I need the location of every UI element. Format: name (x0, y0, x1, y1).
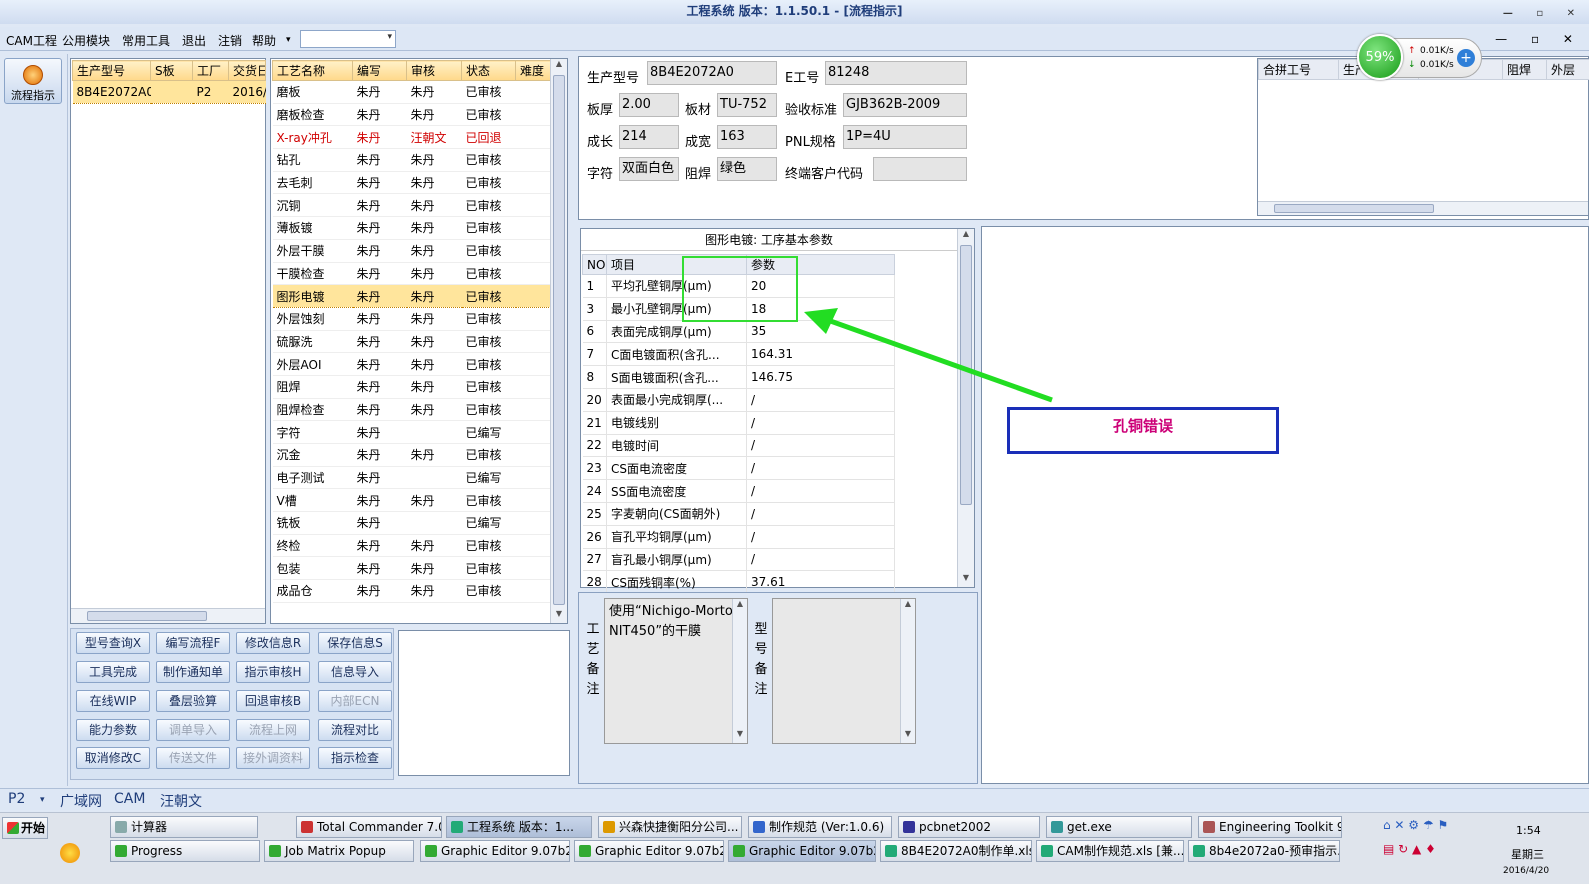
annotation-text: 孔铜错误 (1112, 417, 1173, 435)
taskbar-button-label: Graphic Editor 9.07b2 (0... (595, 844, 724, 858)
action-button[interactable]: 型号查询X (76, 632, 150, 654)
taskbar-button-label: 工程系统 版本：1... (467, 820, 574, 834)
taskbar-button-label: 兴森快捷衡阳分公司... (619, 820, 739, 834)
status-user: 汪朝文 (160, 794, 202, 810)
taskbar-button-label: 制作规范 (Ver:1.0.6) (769, 820, 885, 834)
action-button[interactable]: 制作通知单 (156, 661, 230, 683)
action-button[interactable]: 保存信息S (318, 632, 392, 654)
app-icon (603, 821, 615, 833)
tray-icons[interactable]: ⌂ ✕ ⚙ ☂ ⚑ (1383, 818, 1448, 832)
action-button[interactable]: 能力参数 (76, 719, 150, 741)
app-icon (1041, 845, 1053, 857)
app-icon (1051, 821, 1063, 833)
action-button[interactable]: 信息导入 (318, 661, 392, 683)
taskbar-button[interactable]: 工程系统 版本：1... (446, 816, 592, 838)
arrow-line (821, 315, 1053, 403)
action-button[interactable]: 取消修改C (76, 747, 150, 769)
tray-icons-row2[interactable]: ▤ ↻ ▲ ♦ (1383, 842, 1436, 856)
taskbar-button[interactable]: get.exe (1046, 816, 1192, 838)
taskbar-button-label: 8B4E2072A0制作单.xls... (901, 844, 1032, 858)
clock-time: 1:54 (1516, 824, 1541, 837)
taskbar-button[interactable]: 制作规范 (Ver:1.0.6) (748, 816, 892, 838)
status-bar: P2 ▾ 广域网 CAM 汪朝文 (0, 788, 1589, 810)
taskbar-button[interactable]: Graphic Editor 9.07b2 (... (420, 840, 570, 862)
taskbar-button[interactable]: pcbnet2002 (898, 816, 1040, 838)
action-button[interactable]: 工具完成 (76, 661, 150, 683)
system-tray: ⌂ ✕ ⚙ ☂ ⚑ ▤ ↻ ▲ ♦ 1:54 星期三 2016/4/20 (1383, 816, 1589, 882)
taskbar-button-label: 计算器 (131, 820, 168, 834)
app-icon (1203, 821, 1215, 833)
taskbar-button[interactable]: 8b4e2072a0-预审指示... (1188, 840, 1340, 862)
app-icon (451, 821, 463, 833)
action-button[interactable]: 内部ECN (318, 690, 392, 712)
app-icon (301, 821, 313, 833)
taskbar-button[interactable]: 计算器 (110, 816, 258, 838)
action-button[interactable]: 回退审核B (236, 690, 310, 712)
annotation-box: 孔铜错误 (1007, 407, 1279, 454)
action-button[interactable]: 修改信息R (236, 632, 310, 654)
app-icon (733, 845, 745, 857)
taskbar-button[interactable]: 兴森快捷衡阳分公司... (598, 816, 742, 838)
taskbar-button[interactable]: Job Matrix Popup (264, 840, 414, 862)
app-icon (903, 821, 915, 833)
action-button[interactable]: 调单导入 (156, 719, 230, 741)
app-launcher-icon[interactable] (60, 843, 80, 863)
app-icon (1193, 845, 1205, 857)
action-button[interactable]: 在线WIP (76, 690, 150, 712)
taskbar-button-label: Progress (131, 844, 183, 858)
app-icon (425, 845, 437, 857)
taskbar-button[interactable]: Total Commander 7.0 ... (296, 816, 442, 838)
app-icon (885, 845, 897, 857)
app-icon (115, 845, 127, 857)
taskbar-button[interactable]: Graphic Editor 9.07b2 (... (728, 840, 876, 862)
start-button[interactable]: 开始 (2, 817, 48, 839)
taskbar-button-label: Graphic Editor 9.07b2 (... (441, 844, 570, 858)
taskbar-button-label: pcbnet2002 (919, 820, 992, 834)
action-button[interactable]: 流程对比 (318, 719, 392, 741)
action-button[interactable]: 传送文件 (156, 747, 230, 769)
action-button[interactable]: 接外调资料 (236, 747, 310, 769)
action-button[interactable]: 流程上网 (236, 719, 310, 741)
windows-icon (7, 822, 19, 834)
factory-chevron-icon[interactable]: ▾ (40, 795, 45, 805)
taskbar-button-label: 8b4e2072a0-预审指示... (1209, 844, 1340, 858)
app-icon (269, 845, 281, 857)
taskbar-button[interactable]: 8B4E2072A0制作单.xls... (880, 840, 1032, 862)
action-button[interactable]: 指示检查 (318, 747, 392, 769)
clock-weekday: 星期三 (1511, 848, 1544, 861)
taskbar-button-label: Engineering Toolkit 9.0... (1219, 820, 1341, 834)
taskbar-button-label: Graphic Editor 9.07b2 (... (749, 844, 875, 858)
app-icon (115, 821, 127, 833)
taskbar-button-label: get.exe (1067, 820, 1112, 834)
taskbar-button[interactable]: Progress (110, 840, 260, 862)
app-icon (753, 821, 765, 833)
taskbar-button[interactable]: Engineering Toolkit 9.0... (1198, 816, 1342, 838)
action-button[interactable]: 编写流程F (156, 632, 230, 654)
clock-date: 2016/4/20 (1503, 866, 1550, 876)
taskbar-button-label: CAM制作规范.xls [兼... (1057, 844, 1184, 858)
action-button[interactable]: 叠层验算 (156, 690, 230, 712)
taskbar-button[interactable]: Graphic Editor 9.07b2 (0... (574, 840, 724, 862)
taskbar-button-label: Total Commander 7.0 ... (317, 820, 441, 834)
taskbar-button[interactable]: CAM制作规范.xls [兼... (1036, 840, 1184, 862)
status-network: 广域网 (60, 794, 102, 810)
taskbar-button-label: Job Matrix Popup (285, 844, 386, 858)
factory-selector[interactable]: P2 (8, 791, 25, 807)
app-icon (579, 845, 591, 857)
status-cam: CAM (114, 791, 146, 807)
action-button[interactable]: 指示审核H (236, 661, 310, 683)
